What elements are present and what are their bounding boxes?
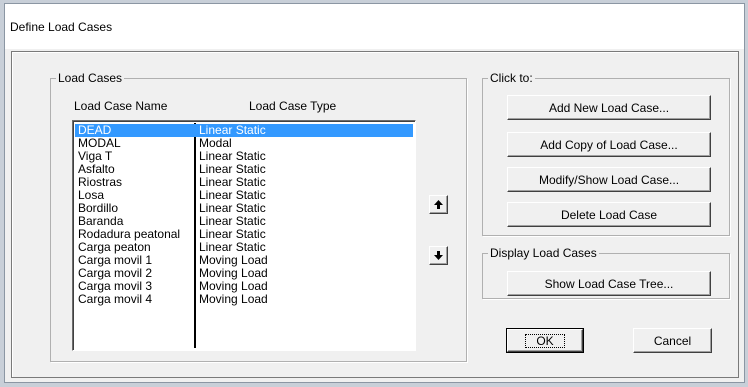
column-header-type: Load Case Type: [249, 99, 337, 113]
load-cases-group-label: Load Cases: [58, 71, 123, 85]
ok-button-label: OK: [525, 333, 565, 348]
dialog-frame: Load Cases Load Case Name Load Case Type…: [11, 51, 739, 378]
title-bar: Define Load Cases: [5, 4, 744, 49]
arrow-up-icon: [434, 200, 443, 209]
dialog-title: Define Load Cases: [10, 20, 113, 34]
arrow-down-icon: [434, 251, 443, 260]
define-load-cases-dialog: Define Load Cases Load Cases Load Case N…: [4, 3, 745, 383]
load-case-name: Carga movil 4: [78, 292, 153, 306]
load-case-list[interactable]: DEAD Linear Static MODAL Modal Viga T Linear …: [72, 120, 416, 351]
delete-load-case-button[interactable]: Delete Load Case: [507, 202, 711, 227]
cancel-button[interactable]: Cancel: [633, 328, 712, 353]
add-copy-load-case-button[interactable]: Add Copy of Load Case...: [507, 132, 711, 157]
load-case-type: Moving Load: [199, 292, 268, 306]
add-new-load-case-button[interactable]: Add New Load Case...: [507, 95, 711, 120]
display-load-cases-group-label: Display Load Cases: [490, 246, 597, 260]
move-up-button[interactable]: [429, 195, 448, 214]
list-item[interactable]: DEAD Linear Static: [75, 124, 413, 137]
move-down-button[interactable]: [429, 246, 448, 265]
click-to-group-label: Click to:: [490, 71, 533, 85]
dialog-body: Load Cases Load Case Name Load Case Type…: [5, 49, 744, 382]
column-header-name: Load Case Name: [74, 99, 168, 113]
list-item[interactable]: Carga movil 4 Moving Load: [75, 293, 413, 306]
ok-button[interactable]: OK: [506, 328, 584, 353]
modify-show-load-case-button[interactable]: Modify/Show Load Case...: [507, 167, 711, 192]
show-load-case-tree-button[interactable]: Show Load Case Tree...: [507, 271, 711, 296]
